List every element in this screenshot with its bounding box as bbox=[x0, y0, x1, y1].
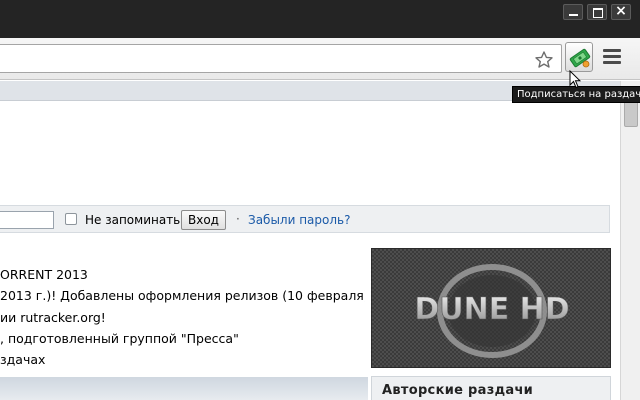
sidebar-block: Авторские раздачи bbox=[371, 376, 611, 400]
close-icon: × bbox=[615, 3, 627, 19]
ticket-subscribe-icon bbox=[569, 48, 591, 68]
star-icon[interactable] bbox=[534, 50, 554, 70]
news-item[interactable]: ORRENT 2013 bbox=[0, 267, 365, 288]
dune-hd-banner[interactable]: DUNE HD bbox=[371, 248, 611, 368]
dune-hd-logo: DUNE HD bbox=[372, 249, 610, 367]
news-item[interactable]: ии rutracker.org! bbox=[0, 310, 365, 331]
remember-checkbox[interactable] bbox=[65, 213, 77, 225]
login-button[interactable]: Вход bbox=[181, 210, 226, 230]
login-separator: · bbox=[236, 212, 240, 226]
browser-toolbar bbox=[0, 38, 640, 80]
news-list: ORRENT 2013 2013 г.)! Добавлены оформлен… bbox=[0, 267, 365, 373]
window-titlebar: × bbox=[0, 0, 640, 38]
vertical-scrollbar[interactable] bbox=[620, 81, 640, 400]
browser-menu-button[interactable] bbox=[603, 49, 621, 67]
minimize-button[interactable] bbox=[563, 4, 583, 20]
news-section-footer bbox=[0, 377, 368, 400]
hamburger-menu-icon bbox=[603, 49, 621, 64]
mouse-cursor-icon bbox=[569, 70, 581, 89]
password-input[interactable] bbox=[0, 211, 54, 229]
maximize-button[interactable] bbox=[587, 4, 607, 20]
login-bar: Не запоминать Вход · Забыли пароль? bbox=[0, 205, 610, 233]
remember-label: Не запоминать bbox=[85, 213, 181, 227]
close-button[interactable]: × bbox=[611, 3, 631, 20]
subscribe-extension-button[interactable] bbox=[565, 42, 593, 72]
news-item[interactable]: 2013 г.)! Добавлены оформления релизов (… bbox=[0, 288, 365, 309]
news-item[interactable]: , подготовленный группой "Пресса" bbox=[0, 331, 365, 352]
news-item[interactable]: здачах bbox=[0, 352, 365, 373]
banner-text: DUNE HD bbox=[414, 292, 569, 327]
sidebar-block-title: Авторские раздачи bbox=[382, 383, 534, 398]
forgot-password-link[interactable]: Забыли пароль? bbox=[248, 213, 350, 227]
address-bar[interactable] bbox=[0, 44, 562, 73]
